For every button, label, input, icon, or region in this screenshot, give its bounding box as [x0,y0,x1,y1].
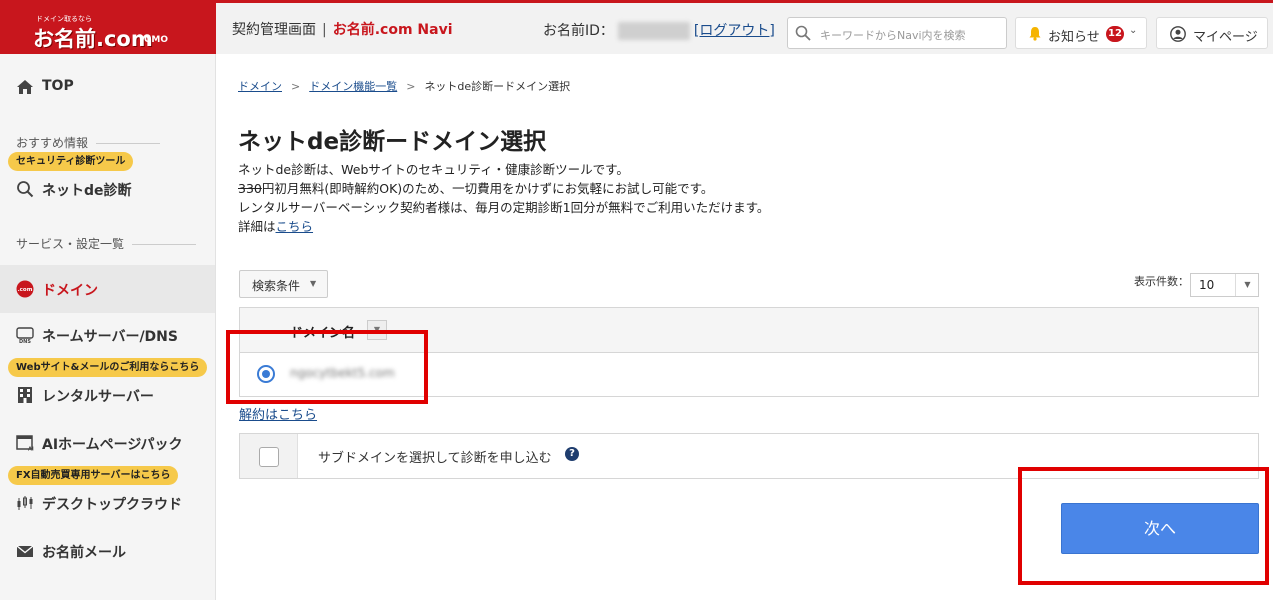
building-icon [18,387,32,403]
sidebar-item-nameserver[interactable]: DNS ネームサーバー/DNS [0,313,215,357]
sidebar-item-label: ネームサーバー/DNS [42,329,178,345]
user-id-label: お名前ID： [543,23,614,39]
breadcrumb-domain[interactable]: ドメイン [238,80,282,93]
breadcrumb-sep: > [291,80,301,93]
column-header-domain: ドメイン名 [290,326,356,341]
sidebar-item-rental-server[interactable]: レンタルサーバー [0,373,215,417]
candlestick-icon [17,496,33,510]
ai-window-icon: AI [16,435,34,453]
subdomain-option: サブドメインを選択して診断を申し込む ? [239,433,1259,479]
details-link[interactable]: こちら [276,219,314,234]
caret-down-icon: ▼ [310,279,317,288]
subdomain-checkbox[interactable] [259,447,279,467]
notice-button[interactable]: お知らせ 12 ⌄ [1015,17,1147,49]
breadcrumb-sep: > [406,80,416,93]
sidebar-item-label: デスクトップクラウド [42,497,182,513]
search-condition-label: 検索条件 [252,279,301,293]
navi-title: 契約管理画面 | お名前.com Navi [232,19,453,39]
navi-brand[interactable]: お名前.com Navi [333,22,453,38]
breadcrumb: ドメイン > ドメイン機能一覧 > ネットde診断ードメイン選択 [238,78,570,94]
desc-line-4: 詳細はこちら [238,217,769,236]
user-avatar-icon [1170,26,1186,42]
next-button[interactable]: 次へ [1061,503,1259,554]
sidebar-item-mail[interactable]: お名前メール [0,529,215,573]
magnifier-icon [17,181,34,198]
cancel-link[interactable]: 解約はこちら [239,404,317,423]
per-page-label: 表示件数： [1134,275,1189,288]
sidebar-item-label: TOP [42,78,74,94]
sidebar-item-ai-homepage[interactable]: AI AIホームページパック [0,421,215,465]
onamae-logo[interactable]: ドメイン取るなら お名前.com GMO [0,3,216,54]
page-title: ネットde診断ードメイン選択 [238,129,547,155]
logout-link[interactable]: [ログアウト] [694,23,775,39]
subdomain-label: サブドメインを選択して診断を申し込む [318,451,552,466]
svg-text:.com: .com [18,287,33,293]
search-icon [795,25,811,41]
user-id-value-blurred [617,22,690,40]
title-separator: | [322,22,327,38]
mypage-label: マイページ [1193,30,1258,45]
struck-price: 330 [238,181,262,196]
desc-line-2: 330円初月無料(即時解約OK)のため、一切費用をかけずにお気軽にお試し可能です… [238,179,769,198]
chevron-down-icon: ⌄ [1129,25,1138,36]
sidebar-item-label: レンタルサーバー [42,389,154,405]
sidebar-item-netde[interactable]: ネットde診断 [0,167,215,211]
sidebar-item-label: ドメイン [42,283,98,299]
home-icon [17,80,33,94]
dotcom-icon: .com [16,280,34,298]
mypage-button[interactable]: マイページ [1156,17,1268,49]
sort-button[interactable]: ▼ [367,320,387,340]
help-icon[interactable]: ? [565,447,579,461]
sidebar-item-label: AIホームページパック [42,437,183,453]
breadcrumb-domain-functions[interactable]: ドメイン機能一覧 [309,80,397,93]
navi-search-input[interactable]: キーワードからNavi内を検索 [787,17,1007,49]
main-content: ドメイン > ドメイン機能一覧 > ネットde診断ードメイン選択 ネットde診断ードメイ… [216,54,1273,600]
notice-count-badge: 12 [1106,26,1124,42]
bell-icon [1029,27,1041,41]
per-page-select[interactable]: 10 ▼ [1190,273,1259,297]
page-description: ネットde診断は、Webサイトのセキュリティ・健康診断ツールです。 330円初月… [238,160,769,236]
details-prefix: 詳細は [238,219,276,234]
mail-icon [16,545,34,557]
svg-text:DNS: DNS [19,339,31,344]
search-placeholder: キーワードからNavi内を検索 [820,29,966,42]
per-page-value: 10 [1199,278,1215,292]
desc-line-1: ネットde診断は、Webサイトのセキュリティ・健康診断ツールです。 [238,162,629,177]
user-id: お名前ID： [ログアウト] [543,20,775,40]
caret-down-icon: ▼ [1235,274,1259,296]
domain-table: ドメイン名 ▼ ngocytbekt5.com [239,307,1259,397]
table-row[interactable]: ngocytbekt5.com [240,353,1258,396]
top-bar: ドメイン取るなら お名前.com GMO 契約管理画面 | お名前.com Navi… [0,0,1273,54]
logo-gmo: GMO [144,35,168,45]
navi-section: 契約管理画面 [232,22,316,38]
table-header: ドメイン名 ▼ [240,308,1258,353]
checkbox-cell [240,434,298,478]
sidebar-section-services: サービス・設定一覧 [16,235,196,252]
sidebar-item-label: ネットde診断 [42,183,132,199]
svg-text:AI: AI [28,447,34,453]
sidebar-section-recommend: おすすめ情報 [16,134,160,151]
sidebar-item-desktop-cloud[interactable]: デスクトップクラウド [0,481,215,525]
search-condition-button[interactable]: 検索条件 ▼ [239,270,328,298]
breadcrumb-current: ネットde診断ードメイン選択 [424,80,571,93]
domain-radio[interactable] [257,365,275,383]
logo-name: お名前.com [33,27,153,51]
domain-name-blurred: ngocytbekt5.com [290,366,395,380]
desc-line-2-rest: 円初月無料(即時解約OK)のため、一切費用をかけずにお気軽にお試し可能です。 [261,181,714,196]
sidebar-item-domain[interactable]: .com ドメイン [0,265,215,313]
sidebar-item-top[interactable]: TOP [0,65,215,109]
dns-icon: DNS [16,327,34,344]
sidebar-item-label: お名前メール [42,545,126,561]
desc-line-3: レンタルサーバーベーシック契約者様は、毎月の定期診断1回分が無料でご利用いただけ… [238,200,770,215]
sidebar: TOP おすすめ情報 セキュリティ診断ツール ネットde診断 サービス・設定一覧… [0,54,216,600]
notice-label: お知らせ [1048,30,1100,45]
